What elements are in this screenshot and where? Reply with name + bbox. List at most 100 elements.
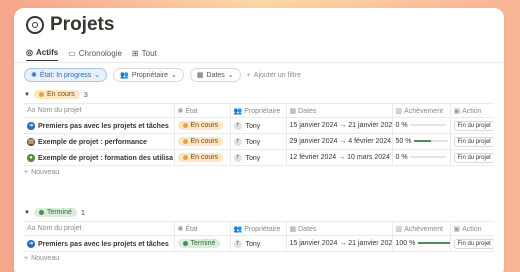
table-row[interactable]: ➜ Premiers pas avec les projets et tâches… [24, 117, 494, 134]
plus-icon: + [24, 255, 29, 262]
tab-label: Chronologie [78, 48, 122, 58]
project-name[interactable]: Premiers pas avec les projets et tâches [38, 122, 169, 129]
people-icon: 👥 [233, 107, 243, 115]
page-header: Projets [26, 14, 114, 36]
col-name-header[interactable]: Aa Nom du projet [24, 221, 174, 236]
dates-filter-chip[interactable]: ▦ Dates ⌄ [189, 68, 241, 82]
table-icon: ⊞ [131, 48, 139, 58]
new-row-button[interactable]: + Nouveau [24, 169, 494, 176]
tab-label: Tout [141, 48, 157, 58]
col-dates-header[interactable]: ▦ Dates [285, 221, 392, 236]
col-owner-header[interactable]: 👥 Propriétaire [229, 103, 286, 118]
table-row[interactable]: ➜ Premiers pas avec les projets et tâches… [24, 235, 494, 252]
project-name[interactable]: Exemple de projet : formation des utilis… [38, 154, 173, 161]
loader-icon: ✺ [177, 107, 184, 115]
end-project-button[interactable]: Fin du projet [453, 136, 494, 147]
chevron-down-icon: ⌄ [227, 72, 234, 79]
project-card: Projets ◎ Actifs ▭ Chronologie ⊞ Tout ✺ … [14, 8, 504, 272]
arrow-icon: ➜ [27, 239, 35, 248]
progress-value: 0 % [395, 154, 408, 161]
filter-bar: ✺ État: In progress ⌄ 👥 Propriétaire ⌄ ▦… [24, 68, 301, 82]
date-range: 15 janvier 2024 → 21 janvier 2024 [285, 235, 392, 252]
status-badge: En cours [33, 90, 80, 99]
group-termine: ▼ Terminé 1 Aa Nom du projet ✺ État 👥 Propr… [24, 208, 494, 262]
status-dot [38, 92, 44, 97]
col-owner-header[interactable]: 👥 Propriétaire [229, 221, 286, 236]
new-row-button[interactable]: + Nouveau [24, 255, 494, 262]
chart-icon: ▤ [27, 137, 35, 146]
end-project-button[interactable]: Fin du projet [453, 120, 494, 131]
progress-bar [410, 124, 445, 127]
col-progress-header[interactable]: ▥ Achèvement [391, 221, 450, 236]
group-header[interactable]: ▼ Terminé 1 [24, 208, 494, 217]
owner-name: Tony [245, 240, 261, 248]
add-filter-button[interactable]: + Ajouter un filtre [247, 72, 301, 79]
owner-name: Tony [245, 154, 261, 162]
status-badge: Terminé [33, 208, 77, 217]
plus-icon: + [246, 71, 251, 79]
table-header-row: Aa Nom du projet ✺ État 👥 Propriétaire ▦ Dat… [24, 103, 494, 118]
target-icon: ◎ [26, 48, 33, 57]
col-name-header[interactable]: Aa Nom du projet [24, 103, 174, 118]
divider [14, 62, 504, 63]
chip-label: Propriétaire [131, 71, 169, 79]
caret-down-icon[interactable]: ▼ [24, 92, 30, 98]
people-icon: 👥 [233, 225, 243, 233]
col-state-header[interactable]: ✺ État [173, 103, 230, 118]
projects-table: Aa Nom du projet ✺ État 👥 Propriétaire ▦ Dat… [24, 221, 494, 252]
new-row-label: Nouveau [31, 169, 60, 176]
tab-actifs[interactable]: ◎ Actifs [26, 48, 59, 61]
status-badge: En cours [177, 121, 224, 130]
group-count: 1 [80, 208, 86, 217]
text-icon: Aa [27, 225, 36, 232]
project-name[interactable]: Exemple de projet : performance [38, 138, 147, 145]
chevron-down-icon: ⌄ [171, 72, 177, 79]
avatar: T [233, 137, 242, 146]
calendar-icon: ▦ [196, 72, 204, 79]
avatar: T [233, 121, 242, 130]
calendar-icon: ▦ [289, 225, 297, 233]
project-name[interactable]: Premiers pas avec les projets et tâches [38, 240, 169, 247]
progress-bar [418, 242, 450, 245]
col-dates-header[interactable]: ▦ Dates [285, 103, 392, 118]
timeline-icon: ▭ [68, 48, 76, 58]
end-project-button[interactable]: Fin du projet [453, 152, 494, 163]
view-tabs: ◎ Actifs ▭ Chronologie ⊞ Tout [26, 48, 157, 61]
group-header[interactable]: ▼ En cours 3 [24, 90, 494, 99]
page-title: Projets [50, 14, 115, 35]
owner-name: Tony [245, 138, 261, 146]
loader-icon: ✺ [31, 72, 37, 79]
date-range: 12 février 2024 → 10 mars 2024 [285, 149, 392, 166]
chevron-down-icon: ⌄ [94, 72, 101, 79]
status-label: En cours [46, 91, 75, 98]
tab-chronologie[interactable]: ▭ Chronologie [68, 48, 122, 61]
new-row-label: Nouveau [31, 255, 60, 262]
col-progress-header[interactable]: ▥ Achèvement [391, 103, 450, 118]
target-icon [26, 16, 44, 34]
tab-tout[interactable]: ⊞ Tout [132, 48, 157, 61]
col-action-header[interactable]: ▣ Action [449, 103, 494, 118]
table-row[interactable]: ● Exemple de projet : formation des utili… [24, 149, 494, 166]
owner-name: Tony [245, 122, 261, 130]
end-project-button[interactable]: Fin du projet [453, 238, 494, 249]
text-icon: Aa [27, 107, 36, 114]
chart-icon: ▥ [395, 225, 403, 233]
chart-icon: ▥ [395, 107, 403, 115]
button-icon: ▣ [453, 107, 461, 115]
col-action-header[interactable]: ▣ Action [449, 221, 494, 236]
globe-icon: ● [27, 153, 35, 162]
col-state-header[interactable]: ✺ État [173, 221, 230, 236]
table-row[interactable]: ▤ Exemple de projet : performance En cour… [24, 133, 494, 150]
state-filter-chip[interactable]: ✺ État: In progress ⌄ [24, 68, 108, 82]
caret-down-icon[interactable]: ▼ [24, 210, 30, 216]
status-label: Terminé [46, 209, 72, 216]
progress-value: 0 % [395, 122, 408, 129]
owner-filter-chip[interactable]: 👥 Propriétaire ⌄ [113, 68, 184, 82]
plus-icon: + [24, 169, 29, 176]
people-icon: 👥 [120, 72, 129, 79]
tab-label: Actifs [35, 48, 59, 57]
progress-bar [410, 156, 445, 159]
status-dot [38, 210, 44, 215]
status-badge: En cours [177, 153, 224, 162]
avatar: T [233, 153, 242, 162]
